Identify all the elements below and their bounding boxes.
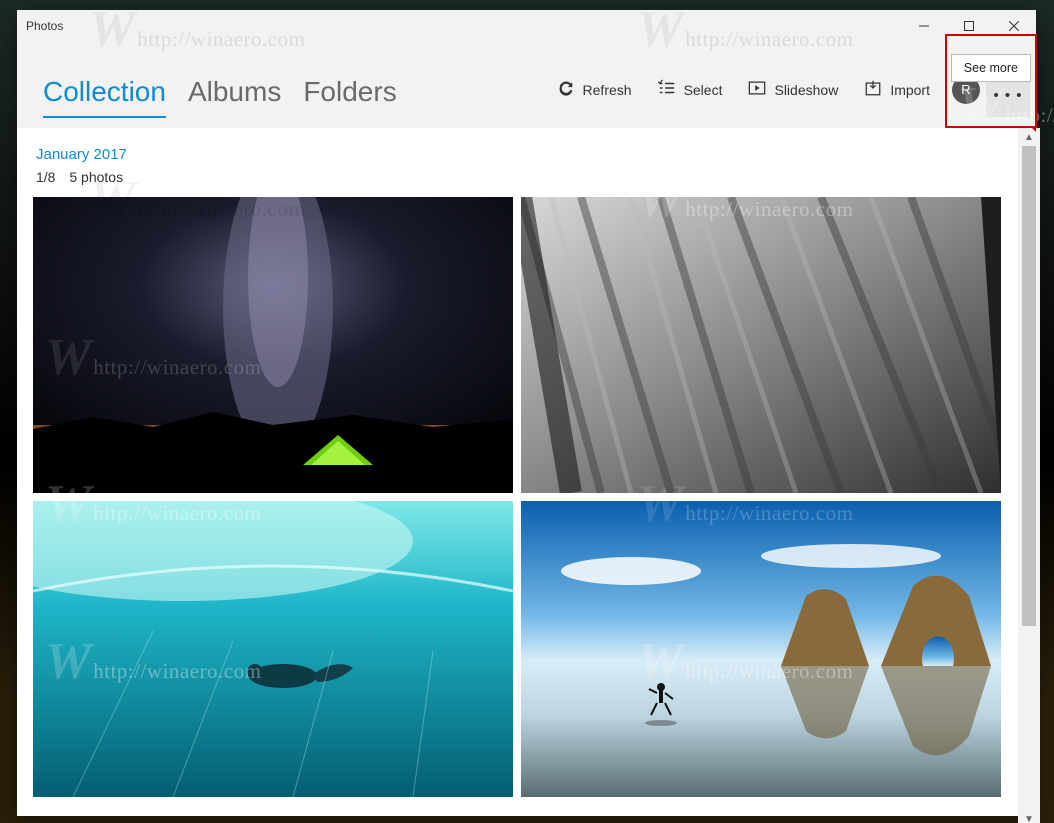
photo-thumbnail[interactable] xyxy=(521,501,1001,797)
titlebar: Photos xyxy=(17,10,1036,42)
slideshow-icon xyxy=(748,79,766,100)
scroll-track[interactable] xyxy=(1018,146,1040,810)
minimize-button[interactable] xyxy=(901,10,946,42)
page-counter: 1/8 xyxy=(36,169,55,185)
tab-folders[interactable]: Folders xyxy=(303,76,396,128)
slideshow-label: Slideshow xyxy=(774,82,838,98)
select-label: Select xyxy=(684,82,723,98)
select-icon xyxy=(658,79,676,100)
vertical-scrollbar[interactable]: ▲ ▼ xyxy=(1018,128,1040,823)
scroll-thumb[interactable] xyxy=(1022,146,1036,626)
photos-app-window: Photos Collection Albums Folders Refresh xyxy=(17,10,1036,816)
content-area: January 2017 1/8 5 photos xyxy=(17,128,1036,816)
select-button[interactable]: Select xyxy=(646,71,735,108)
nav-tabs: Collection Albums Folders xyxy=(43,76,397,128)
date-group-header[interactable]: January 2017 xyxy=(36,146,1036,163)
tab-albums[interactable]: Albums xyxy=(188,76,281,128)
photo-thumbnail[interactable] xyxy=(521,197,1001,493)
scroll-up-arrow-icon[interactable]: ▲ xyxy=(1018,128,1040,146)
maximize-button[interactable] xyxy=(946,10,991,42)
tab-collection[interactable]: Collection xyxy=(43,76,166,128)
ellipsis-icon: • • • xyxy=(993,87,1022,104)
photo-thumbnail[interactable] xyxy=(33,501,513,797)
refresh-icon xyxy=(557,79,575,100)
slideshow-button[interactable]: Slideshow xyxy=(736,71,850,108)
command-buttons: Refresh Select Slideshow Import R xyxy=(397,71,984,128)
window-title: Photos xyxy=(26,19,901,33)
import-button[interactable]: Import xyxy=(852,71,942,108)
see-more-tooltip: See more xyxy=(951,54,1031,82)
refresh-button[interactable]: Refresh xyxy=(545,71,644,108)
photo-grid xyxy=(33,197,1036,797)
photo-thumbnail[interactable] xyxy=(33,197,513,493)
scroll-down-arrow-icon[interactable]: ▼ xyxy=(1018,810,1040,823)
close-button[interactable] xyxy=(991,10,1036,42)
import-icon xyxy=(864,79,882,100)
group-meta: 1/8 5 photos xyxy=(36,169,1036,185)
command-bar: Collection Albums Folders Refresh Select xyxy=(17,42,1036,128)
import-label: Import xyxy=(890,82,930,98)
photo-count: 5 photos xyxy=(69,169,123,185)
refresh-label: Refresh xyxy=(583,82,632,98)
